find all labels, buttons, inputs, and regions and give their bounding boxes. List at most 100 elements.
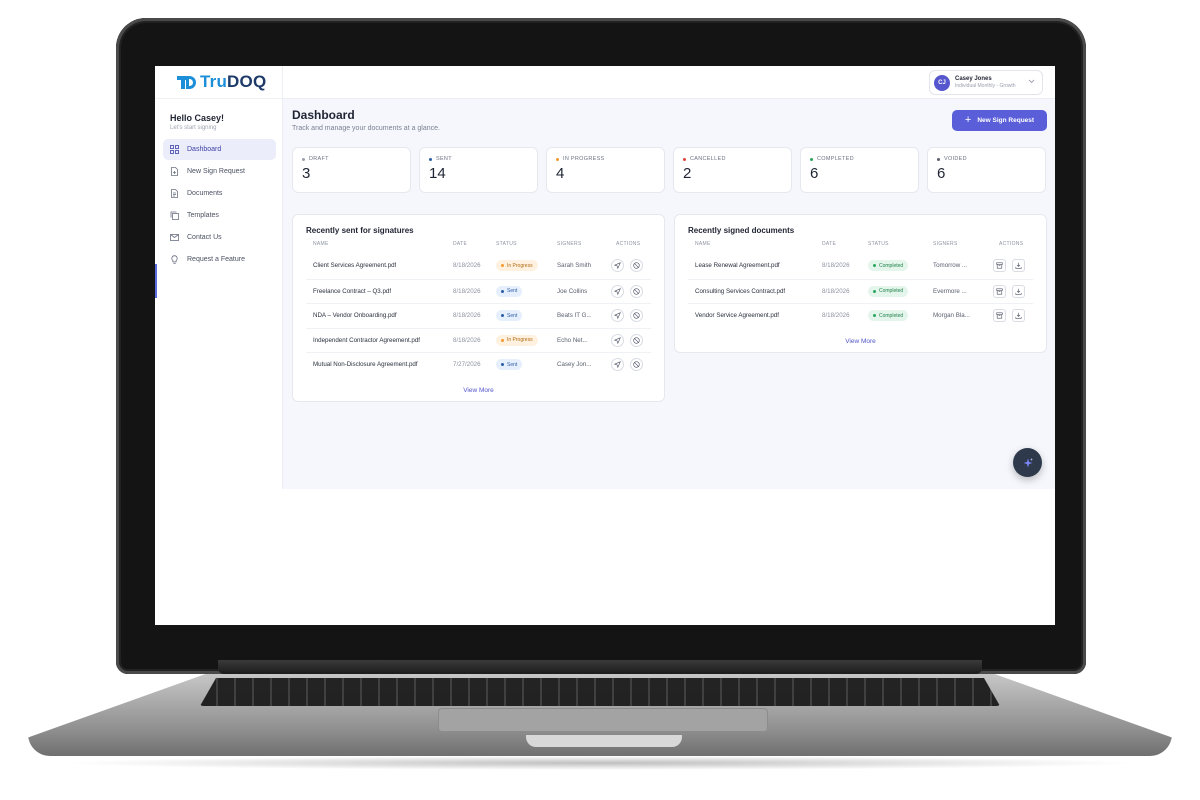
sidebar-item-new-sign-request[interactable]: New Sign Request (163, 161, 276, 182)
grid-icon (170, 145, 179, 154)
document-name[interactable]: Freelance Contract – Q3.pdf (313, 288, 391, 295)
download-icon (1015, 312, 1022, 319)
document-date: 8/18/2026 (453, 336, 481, 344)
document-name[interactable]: NDA – Vendor Onboarding.pdf (313, 312, 397, 319)
status-dot (683, 157, 686, 161)
card-title: Recently sent for signatures (306, 226, 414, 235)
signer-name: Beats IT G... (557, 312, 592, 319)
stat-value: 14 (429, 165, 446, 182)
table-row[interactable]: Independent Contractor Agreement.pdf 8/1… (306, 327, 651, 353)
status-badge: Sent (496, 359, 523, 370)
chevron-down-icon (1028, 79, 1035, 86)
stat-card-in-progress[interactable]: IN PROGRESS 4 (546, 147, 665, 193)
document-name[interactable]: Independent Contractor Agreement.pdf (313, 337, 420, 344)
top-bar: CJ Casey Jones Individual Monthly - Grow… (283, 66, 1055, 99)
table-row[interactable]: Mutual Non-Disclosure Agreement.pdf 7/27… (306, 352, 651, 377)
status-badge: In Progress (496, 260, 538, 271)
sidebar-item-dashboard[interactable]: Dashboard (163, 139, 276, 160)
document-date: 8/18/2026 (822, 312, 850, 319)
send-reminder-button[interactable] (611, 259, 624, 272)
send-reminder-button[interactable] (611, 309, 624, 322)
archive-button[interactable] (993, 309, 1006, 322)
user-name: Casey Jones (955, 76, 992, 82)
table-row[interactable]: Client Services Agreement.pdf 8/18/2026 … (306, 254, 651, 279)
sidebar-scroll-indicator (155, 264, 157, 298)
logo-text: TruDOQ (200, 72, 267, 91)
cancel-request-button[interactable] (630, 333, 643, 347)
download-button[interactable] (1012, 259, 1025, 272)
sidebar-item-request-feature[interactable]: Request a Feature (163, 249, 276, 270)
send-reminder-button[interactable] (611, 284, 624, 298)
stat-value: 6 (937, 165, 946, 182)
table-header: NAME DATE STATUS SIGNERS ACTIONS (293, 241, 664, 251)
sparkle-icon (1023, 457, 1033, 467)
document-name[interactable]: Mutual Non-Disclosure Agreement.pdf (313, 361, 418, 368)
column-header: DATE (822, 241, 837, 247)
card-title: Recently signed documents (688, 226, 795, 235)
document-name[interactable]: Vendor Service Agreement.pdf (695, 312, 779, 319)
cancel-request-button[interactable] (630, 284, 643, 298)
table-row[interactable]: Lease Renewal Agreement.pdf 8/18/2026 Co… (688, 254, 1033, 279)
brand-logo[interactable]: TruDOQ (155, 66, 282, 99)
laptop-notch (526, 735, 682, 747)
table-row[interactable]: NDA – Vendor Onboarding.pdf 8/18/2026 Se… (306, 303, 651, 328)
stat-label: VOIDED (944, 156, 967, 162)
table-row[interactable]: Vendor Service Agreement.pdf 8/18/2026 C… (688, 303, 1033, 328)
page-subtitle: Track and manage your documents at a gla… (292, 125, 440, 132)
table-row[interactable]: Consulting Services Contract.pdf 8/18/20… (688, 278, 1033, 304)
cancel-request-button[interactable] (630, 309, 643, 322)
ban-icon (633, 312, 640, 319)
greeting-title: Hello Casey! (170, 113, 225, 123)
stat-card-draft[interactable]: DRAFT 3 (292, 147, 411, 193)
new-sign-request-button[interactable]: + New Sign Request (952, 110, 1047, 131)
sidebar-item-templates[interactable]: Templates (163, 205, 276, 226)
status-dot (302, 157, 305, 161)
status-dot (937, 157, 940, 161)
cancel-request-button[interactable] (630, 358, 643, 371)
user-plan: Individual Monthly - Growth (955, 83, 1016, 89)
stat-card-sent[interactable]: SENT 14 (419, 147, 538, 193)
greeting-subtitle: Let's start signing (170, 125, 217, 131)
stat-card-voided[interactable]: VOIDED 6 (927, 147, 1046, 193)
stat-card-cancelled[interactable]: CANCELLED 2 (673, 147, 792, 193)
column-header: DATE (453, 241, 468, 247)
document-name[interactable]: Client Services Agreement.pdf (313, 262, 396, 269)
send-reminder-button[interactable] (611, 333, 624, 347)
sidebar-item-contact-us[interactable]: Contact Us (163, 227, 276, 248)
view-more-link[interactable]: View More (293, 387, 664, 394)
download-button[interactable] (1012, 284, 1025, 298)
cancel-request-button[interactable] (630, 259, 643, 272)
view-more-link[interactable]: View More (675, 338, 1046, 345)
stat-card-completed[interactable]: COMPLETED 6 (800, 147, 919, 193)
sidebar-item-label: Contact Us (187, 234, 222, 241)
ban-icon (633, 336, 640, 344)
laptop-mockup: TruDOQ Hello Casey! Let's start signing … (0, 0, 1200, 800)
status-dot (429, 157, 432, 161)
stat-label: IN PROGRESS (563, 156, 605, 162)
file-plus-icon (170, 167, 179, 176)
status-badge: Completed (868, 310, 909, 321)
table-row[interactable]: Freelance Contract – Q3.pdf 8/18/2026 Se… (306, 278, 651, 304)
avatar: CJ (934, 74, 950, 91)
sidebar-item-documents[interactable]: Documents (163, 183, 276, 204)
user-info: Casey Jones Individual Monthly - Growth (955, 76, 1016, 89)
stat-label: COMPLETED (817, 156, 854, 162)
page-title: Dashboard (292, 108, 355, 122)
new-sign-request-label: New Sign Request (977, 117, 1035, 124)
document-date: 8/18/2026 (453, 262, 481, 269)
download-icon (1015, 262, 1022, 269)
user-menu[interactable]: CJ Casey Jones Individual Monthly - Grow… (929, 70, 1043, 95)
download-button[interactable] (1012, 309, 1025, 322)
archive-button[interactable] (993, 259, 1006, 272)
archive-button[interactable] (993, 284, 1006, 298)
document-date: 7/27/2026 (453, 361, 481, 368)
laptop-shadow (60, 756, 1140, 770)
document-name[interactable]: Consulting Services Contract.pdf (695, 288, 785, 295)
column-header: ACTIONS (999, 241, 1024, 247)
assistant-fab-button[interactable] (1013, 448, 1042, 477)
status-badge: Sent (496, 310, 523, 321)
document-name[interactable]: Lease Renewal Agreement.pdf (695, 262, 780, 269)
signer-name: Casey Jon... (557, 361, 592, 368)
signer-name: Joe Collins (557, 287, 588, 295)
send-reminder-button[interactable] (611, 358, 624, 371)
